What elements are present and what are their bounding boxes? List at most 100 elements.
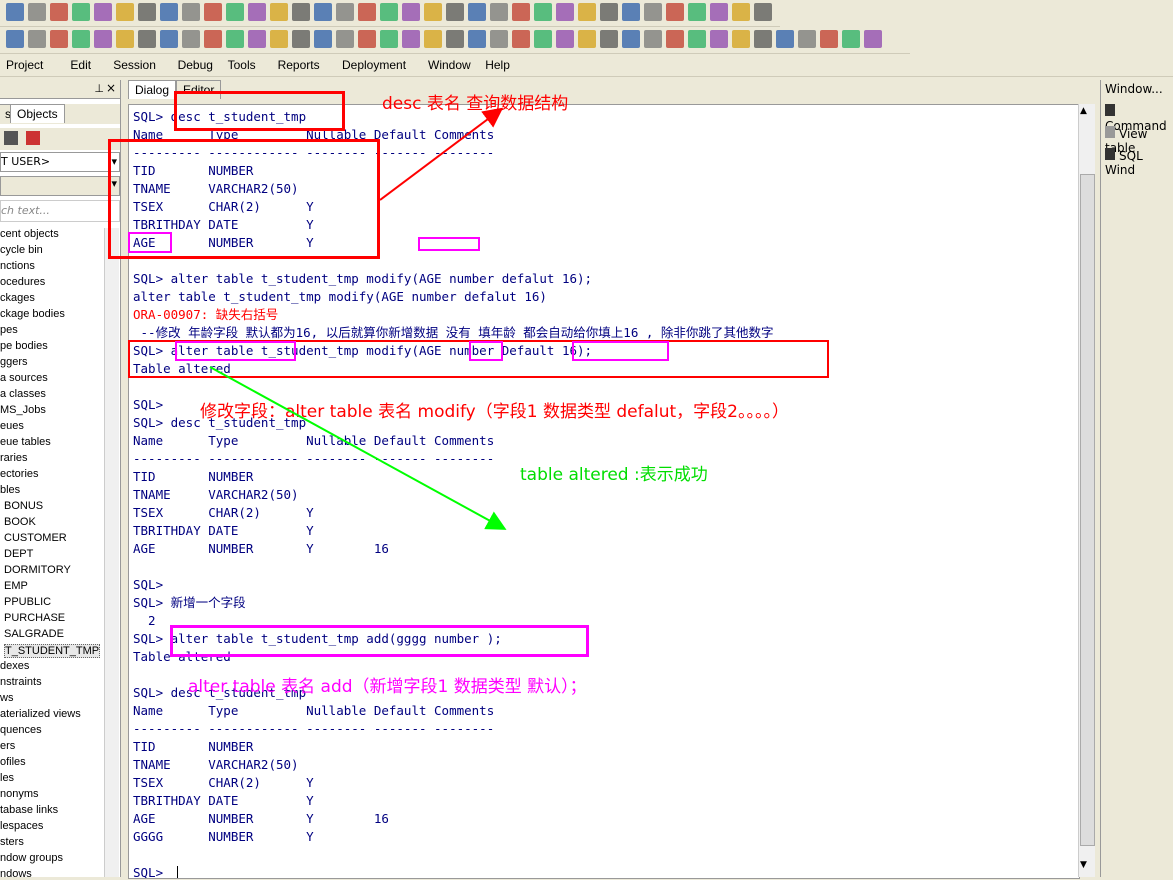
tree-item[interactable]: a classes [0,388,46,400]
toolbar-button-icon[interactable] [688,3,706,21]
toolbar-button-icon[interactable] [754,30,772,48]
toolbar-button-icon[interactable] [600,3,618,21]
tree-item[interactable]: eues [0,420,24,432]
toolbar-button-icon[interactable] [424,3,442,21]
tree-item[interactable]: cycle bin [0,244,43,256]
pin-icon[interactable]: ⊥ [94,82,104,95]
toolbar-button-icon[interactable] [160,30,178,48]
tree-item[interactable]: bles [0,484,20,496]
toolbar-button-icon[interactable] [666,30,684,48]
toolbar-button-icon[interactable] [72,30,90,48]
toolbar-button-icon[interactable] [534,30,552,48]
tree-item[interactable]: BONUS [4,500,43,512]
tree-item[interactable]: quences [0,724,42,736]
scroll-down-icon[interactable]: ▼ [1080,860,1087,870]
toolbar-button-icon[interactable] [226,30,244,48]
toolbar-button-icon[interactable] [138,30,156,48]
tree-item[interactable]: ckage bodies [0,308,65,320]
search-input[interactable]: ch text... [0,200,120,222]
tree-item[interactable]: eue tables [0,436,51,448]
tree-item[interactable]: ers [0,740,15,752]
toolbar-button-icon[interactable] [446,3,464,21]
toolbar-button-icon[interactable] [490,30,508,48]
tree-item[interactable]: ectories [0,468,39,480]
tree-item[interactable]: EMP [4,580,28,592]
menu-item-deployment[interactable]: Deployment [342,58,406,72]
tree-item[interactable]: ws [0,692,13,704]
toolbar-button-icon[interactable] [842,30,860,48]
toolbar-button-icon[interactable] [248,3,266,21]
toolbar-button-icon[interactable] [380,3,398,21]
scroll-up-icon[interactable]: ▲ [1080,106,1087,116]
tree-item[interactable]: ndow groups [0,852,63,864]
tree-scrollbar[interactable] [104,228,119,877]
toolbar-button-icon[interactable] [358,30,376,48]
toolbar-button-icon[interactable] [468,30,486,48]
toolbar-button-icon[interactable] [512,30,530,48]
toolbar-button-icon[interactable] [138,3,156,21]
refresh-icon[interactable] [26,131,40,145]
toolbar-button-icon[interactable] [644,3,662,21]
menu-item-debug[interactable]: Debug [178,58,213,72]
toolbar-button-icon[interactable] [468,3,486,21]
tree-item[interactable]: ggers [0,356,28,368]
tree-item[interactable]: PPUBLIC [4,596,51,608]
tree-item[interactable]: pe bodies [0,340,48,352]
tree-item[interactable]: ckages [0,292,35,304]
toolbar-button-icon[interactable] [50,30,68,48]
tree-item[interactable]: BOOK [4,516,36,528]
menu-item-session[interactable]: Session [113,58,156,72]
toolbar-button-icon[interactable] [314,3,332,21]
tree-item[interactable]: nctions [0,260,35,272]
tree-item[interactable]: ofiles [0,756,26,768]
tree-item[interactable]: DEPT [4,548,33,560]
toolbar-button-icon[interactable] [94,3,112,21]
toolbar-button-icon[interactable] [248,30,266,48]
toolbar-button-icon[interactable] [380,30,398,48]
tree-item[interactable]: raries [0,452,28,464]
toolbar-button-icon[interactable] [6,3,24,21]
tree-item[interactable]: tabase links [0,804,58,816]
tree-item[interactable]: DORMITORY [4,564,71,576]
tree-item[interactable]: PURCHASE [4,612,65,624]
toolbar-button-icon[interactable] [578,3,596,21]
close-icon[interactable]: × [106,81,116,95]
toolbar-button-icon[interactable] [270,3,288,21]
toolbar-button-icon[interactable] [50,3,68,21]
tree-item[interactable]: lespaces [0,820,43,832]
menu-item-tools[interactable]: Tools [228,58,256,72]
menu-item-help[interactable]: Help [485,58,510,72]
toolbar-button-icon[interactable] [688,30,706,48]
toolbar-button-icon[interactable] [556,3,574,21]
toolbar-button-icon[interactable] [116,30,134,48]
toolbar-button-icon[interactable] [534,3,552,21]
toolbar-button-icon[interactable] [732,30,750,48]
toolbar-button-icon[interactable] [600,30,618,48]
window-item-sql[interactable]: SQL Wind [1105,148,1173,177]
menu-item-reports[interactable]: Reports [278,58,320,72]
tab-dialog[interactable]: Dialog [128,80,177,99]
tree-item[interactable]: sters [0,836,24,848]
filter-icon[interactable] [4,131,18,145]
toolbar-button-icon[interactable] [402,3,420,21]
toolbar-button-icon[interactable] [710,30,728,48]
toolbar-button-icon[interactable] [556,30,574,48]
toolbar-button-icon[interactable] [776,30,794,48]
toolbar-button-icon[interactable] [94,30,112,48]
toolbar-button-icon[interactable] [182,30,200,48]
toolbar-button-icon[interactable] [270,30,288,48]
toolbar-button-icon[interactable] [204,3,222,21]
tree-item[interactable]: ndows [0,868,32,880]
toolbar-button-icon[interactable] [644,30,662,48]
toolbar-button-icon[interactable] [578,30,596,48]
toolbar-button-icon[interactable] [292,3,310,21]
toolbar-button-icon[interactable] [666,3,684,21]
tree-item[interactable]: pes [0,324,18,336]
toolbar-button-icon[interactable] [116,3,134,21]
tree-item[interactable]: MS_Jobs [0,404,46,416]
toolbar-button-icon[interactable] [204,30,222,48]
toolbar-button-icon[interactable] [446,30,464,48]
toolbar-button-icon[interactable] [732,3,750,21]
tree-item[interactable]: ocedures [0,276,45,288]
toolbar-button-icon[interactable] [622,30,640,48]
